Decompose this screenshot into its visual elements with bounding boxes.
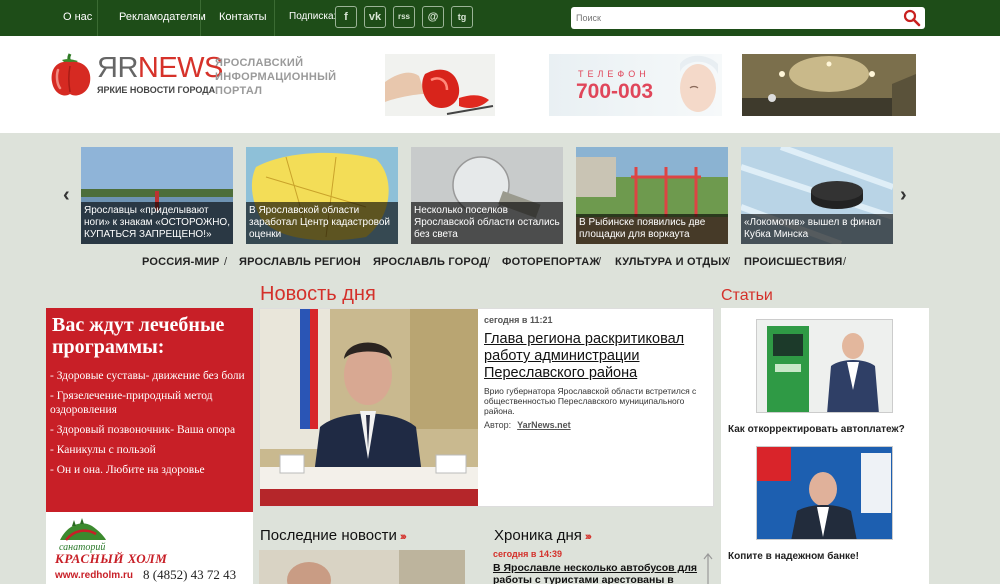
banner-footer: санаторий КРАСНЫЙ ХОЛМ www.redholm.ru 8 … (46, 512, 253, 584)
news-of-day-author: Автор: YarNews.net (484, 420, 571, 430)
search-input[interactable] (571, 7, 891, 29)
telegram-icon[interactable]: tg (451, 6, 473, 28)
nav-separator: / (727, 256, 731, 268)
logo-wordmark: ЯRNEWS (97, 52, 223, 84)
news-of-day-photo[interactable] (260, 309, 478, 506)
ad-banner-phone[interactable]: ТЕЛЕФОН 700-003 (549, 54, 722, 116)
pepper-slicing-image (385, 54, 495, 116)
chevron-right-icon: ››› (584, 531, 592, 543)
governor-photo-image (260, 309, 478, 506)
nav-separator: / (598, 256, 602, 268)
sanatorium-site: www.redholm.ru (55, 570, 133, 581)
carousel-caption: Ярославцы «приделывают ноги» к знакам «О… (81, 202, 233, 244)
carousel-next-icon[interactable]: › (900, 184, 907, 207)
articles-title: Статьи (721, 287, 773, 304)
logo-tagline: ЯРКИЕ НОВОСТИ ГОРОДА (97, 85, 216, 95)
nav-separator: / (843, 256, 847, 268)
news-of-day-lead: Врио губернатора Ярославской области вст… (484, 386, 697, 416)
banner-title: Вас ждут лечебные программы: (52, 314, 225, 358)
list-item: - Каникулы с пользой (50, 444, 156, 456)
list-item: - Здоровый позвоночник- Ваша опора (50, 424, 236, 436)
author-link[interactable]: YarNews.net (517, 420, 571, 430)
chronicle-headline[interactable]: В Ярославле несколько автобусов для рабо… (493, 562, 698, 584)
search-box (571, 7, 925, 29)
face-care-image (680, 55, 718, 112)
sauna-image (742, 54, 916, 116)
top-bar: О нас Рекламодателям Контакты Подписка: … (0, 0, 1000, 36)
advertisers-link[interactable]: Рекламодателям (119, 0, 206, 36)
ad-banner-sauna[interactable] (742, 54, 916, 116)
list-item: - Грязелечение-природный метод оздоровле… (50, 390, 213, 416)
latest-news-title[interactable]: Последние новости ››› (260, 527, 407, 544)
sanatorium-phone: 8 (4852) 43 72 43 (143, 567, 237, 582)
facebook-icon[interactable]: f (335, 6, 357, 28)
chronicle-time: сегодня в 14:39 (493, 549, 562, 559)
list-item: - Здоровые суставы- движение без боли (50, 370, 245, 382)
nav-yaroslavl-region[interactable]: ЯРОСЛАВЛЬ РЕГИОН (239, 256, 361, 268)
carousel-caption: Несколько поселков Ярославской области о… (411, 202, 563, 244)
logo-description: ЯРОСЛАВСКИЙ ИНФОРМАЦИОННЫЙ ПОРТАЛ (215, 57, 337, 97)
ad-phone-label: ТЕЛЕФОН (578, 69, 650, 79)
nav-yaroslavl-city[interactable]: ЯРОСЛАВЛЬ ГОРОД (373, 256, 487, 268)
carousel-caption: В Ярославской области заработал Центр ка… (246, 202, 398, 244)
carousel-caption: «Локомотив» вышел в финал Кубка Минска (741, 214, 893, 244)
divider (274, 0, 275, 36)
subscribe-label: Подписка: (289, 11, 337, 22)
chronicle-title[interactable]: Хроника дня ››› (494, 527, 592, 544)
carousel-item[interactable]: Несколько поселков Ярославской области о… (411, 147, 563, 244)
articles-panel: Как откорректировать автоплатеж? Копите … (721, 308, 929, 584)
sanatorium-banner[interactable]: Вас ждут лечебные программы: - Здоровые … (46, 308, 253, 584)
nav-separator: / (487, 256, 491, 268)
chevron-right-icon: ››› (399, 531, 407, 543)
atm-man-image (757, 320, 892, 412)
rss-icon[interactable]: rss (393, 6, 415, 28)
ad-phone-number: 700-003 (576, 80, 654, 103)
news-of-day-time: сегодня в 11:21 (484, 315, 553, 325)
site-header: ЯRNEWS ЯРКИЕ НОВОСТИ ГОРОДА ЯРОСЛАВСКИЙ … (0, 36, 1000, 133)
main-nav: РОССИЯ-МИР / ЯРОСЛАВЛЬ РЕГИОН / ЯРОСЛАВЛ… (0, 256, 1000, 272)
news-of-day-card: сегодня в 11:21 Глава региона раскритико… (259, 308, 714, 507)
carousel-caption: В Рыбинске появились две площадки для во… (576, 214, 728, 244)
sanatorium-logo-icon (60, 518, 106, 541)
nav-separator: / (357, 256, 361, 268)
carousel-item[interactable]: В Ярославской области заработал Центр ка… (246, 147, 398, 244)
vk-icon[interactable]: vk (364, 6, 386, 28)
scroll-up-icon[interactable] (703, 552, 713, 584)
carousel-prev-icon[interactable]: ‹ (63, 184, 70, 207)
banner-program-list: - Здоровые суставы- движение без боли - … (50, 369, 250, 483)
divider (97, 0, 98, 36)
site-logo[interactable]: ЯRNEWS ЯРКИЕ НОВОСТИ ГОРОДА ЯРОСЛАВСКИЙ … (48, 52, 338, 118)
divider (200, 0, 201, 36)
carousel-item[interactable]: В Рыбинске появились две площадки для во… (576, 147, 728, 244)
list-item: - Он и она. Любите на здоровье (50, 464, 205, 476)
nav-russia-world[interactable]: РОССИЯ-МИР (142, 256, 220, 268)
news-of-day-title: Новость дня (260, 283, 376, 305)
article-link[interactable]: Как откорректировать автоплатеж? (728, 424, 905, 435)
about-link[interactable]: О нас (63, 0, 92, 36)
carousel-item[interactable]: Ярославцы «приделывают ноги» к знакам «О… (81, 147, 233, 244)
article-link[interactable]: Копите в надежном банке! (728, 551, 859, 562)
article-thumbnail[interactable] (756, 319, 893, 413)
article-thumbnail[interactable] (756, 446, 893, 540)
nav-incidents[interactable]: ПРОИСШЕСТВИЯ (744, 256, 842, 268)
nav-photo-report[interactable]: ФОТОРЕПОРТАЖ (502, 256, 600, 268)
contacts-link[interactable]: Контакты (219, 0, 267, 36)
carousel-item[interactable]: «Локомотив» вышел в финал Кубка Минска (741, 147, 893, 244)
latest-news-image (259, 550, 465, 584)
sanatorium-name: КРАСНЫЙ ХОЛМ (55, 551, 168, 566)
email-icon[interactable]: @ (422, 6, 444, 28)
search-icon[interactable] (903, 9, 921, 27)
nav-separator: / (224, 256, 228, 268)
nav-culture[interactable]: КУЛЬТУРА И ОТДЫХ (615, 256, 729, 268)
pepper-logo-icon (51, 53, 91, 96)
ad-banner-pepper[interactable] (385, 54, 495, 116)
news-of-day-headline[interactable]: Глава региона раскритиковал работу админ… (484, 331, 709, 382)
bank-man-image (757, 447, 892, 539)
latest-news-thumbnail[interactable] (259, 550, 465, 584)
